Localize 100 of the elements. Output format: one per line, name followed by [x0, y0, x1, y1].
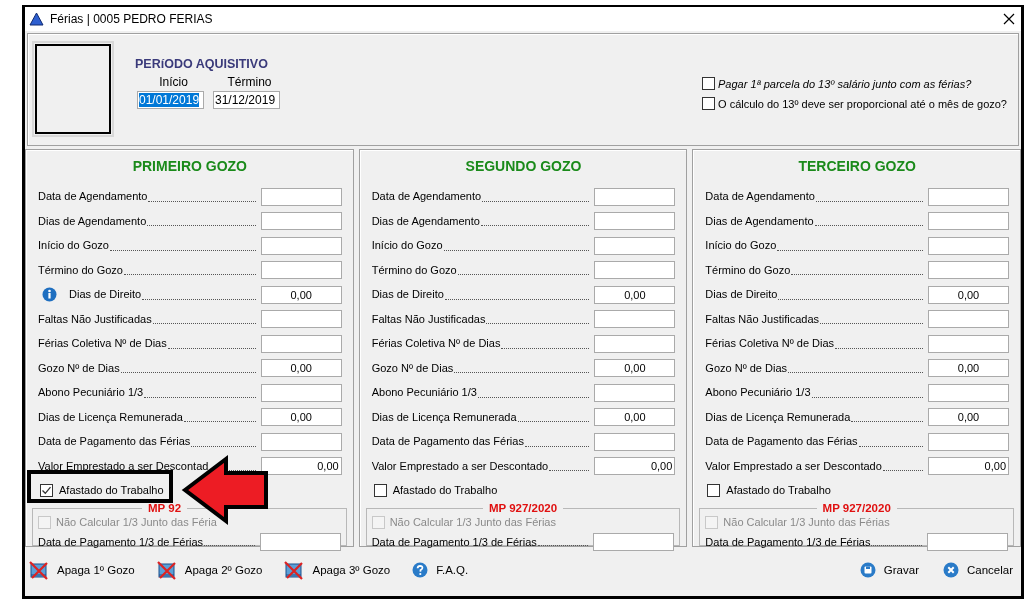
checkbox[interactable] — [40, 483, 53, 497]
input-field[interactable]: 0,00 — [594, 408, 676, 427]
field-label: Valor Emprestado a ser Descontado — [371, 459, 549, 472]
input-field[interactable]: 0,00 — [594, 457, 676, 476]
input-field[interactable] — [928, 212, 1009, 231]
input-field[interactable] — [593, 533, 675, 551]
field-label: Data de Agendamento — [705, 190, 815, 203]
section-title: PERíODO AQUISITIVO — [135, 57, 269, 71]
field-label: Data de Pagamento 1/3 de Férias — [371, 535, 537, 548]
input-field[interactable] — [594, 261, 676, 280]
date-label: Término — [226, 75, 272, 89]
field-label: Dias de Direito — [69, 288, 142, 301]
field-label: Data de Pagamento 1/3 de Férias — [38, 535, 204, 548]
group-title: MP 927/2020 — [821, 502, 892, 514]
field-label: Faltas Não Justificadas — [38, 312, 152, 325]
erase-button[interactable]: Apaga 2º Gozo — [152, 558, 267, 582]
field-label: Gozo Nº de Dias — [38, 361, 120, 374]
field-label: Início do Gozo — [371, 239, 443, 252]
field-label: Férias Coletiva Nº de Dias — [705, 337, 835, 350]
save-icon — [859, 562, 876, 578]
field-label: Férias Coletiva Nº de Dias — [38, 337, 167, 350]
group-title: MP 92 — [147, 502, 183, 514]
input-field[interactable] — [259, 533, 341, 551]
input-field[interactable] — [260, 236, 342, 255]
input-field[interactable] — [927, 533, 1008, 551]
checkbox[interactable] — [373, 483, 387, 497]
input-field[interactable] — [260, 432, 342, 451]
field-label: Dias de Licença Remunerada — [371, 410, 517, 423]
field-label: Dias de Agendamento — [371, 214, 480, 227]
input-field[interactable]: 0,00 — [928, 408, 1009, 427]
input-field[interactable] — [594, 334, 676, 353]
save-button[interactable]: Gravar — [855, 560, 923, 580]
field-label: Dias de Direito — [371, 288, 444, 301]
option-label[interactable]: Pagar 1ª parcela do 13º salário junto com as férias? — [718, 77, 972, 90]
field-label: Término do Gozo — [705, 263, 791, 276]
input-field[interactable]: 0,00 — [928, 285, 1009, 304]
input-field[interactable] — [260, 212, 342, 231]
field-label: Faltas Não Justificadas — [705, 312, 820, 325]
input-field[interactable] — [928, 383, 1009, 402]
window-title: Férias | 0005 PEDRO FERIAS — [50, 12, 213, 26]
cancel-icon — [942, 562, 959, 578]
input-field[interactable]: 0,00 — [260, 457, 342, 476]
input-field[interactable] — [928, 432, 1009, 451]
checkbox-label: Não Calcular 1/3 Junto das Féria — [56, 516, 217, 528]
input-field[interactable] — [260, 383, 342, 402]
panel-title: PRIMEIRO GOZO — [131, 157, 248, 176]
checkbox-label[interactable]: Afastado do Trabalho — [726, 484, 831, 496]
field-label: Dias de Licença Remunerada — [705, 410, 851, 423]
checkbox-label[interactable]: Afastado do Trabalho — [392, 484, 498, 496]
erase-button[interactable]: Apaga 3º Gozo — [280, 558, 395, 582]
help-button[interactable]: F.A.Q. — [408, 558, 473, 582]
input-field[interactable] — [594, 310, 676, 329]
input-field[interactable] — [260, 310, 342, 329]
checkbox-label: Não Calcular 1/3 Junto das Férias — [389, 516, 556, 528]
field-label: Data de Agendamento — [38, 190, 148, 203]
checkbox-label: Não Calcular 1/3 Junto das Férias — [723, 516, 890, 528]
input-field[interactable] — [928, 236, 1009, 255]
erase-icon — [284, 560, 305, 580]
date-field[interactable]: 01/01/2019 — [137, 91, 204, 109]
input-field[interactable] — [928, 334, 1009, 353]
input-field[interactable]: 0,00 — [594, 359, 676, 378]
checkbox[interactable] — [702, 77, 715, 90]
field-label: Gozo Nº de Dias — [371, 361, 454, 374]
checkbox-label[interactable]: Afastado do Trabalho — [59, 484, 164, 496]
field-label: Valor Emprestado a ser Descontado — [705, 459, 882, 472]
app-icon — [29, 12, 44, 26]
field-label: Valor Emprestado a ser Descontad — [38, 459, 209, 472]
info-icon[interactable] — [42, 286, 57, 302]
input-field[interactable] — [594, 383, 676, 402]
field-label: Data de Agendamento — [371, 190, 482, 203]
input-field[interactable]: 0,00 — [260, 359, 342, 378]
input-field[interactable] — [260, 187, 342, 206]
checkbox[interactable] — [707, 483, 721, 497]
erase-button[interactable]: Apaga 1º Gozo — [25, 558, 139, 582]
input-field[interactable]: 0,00 — [928, 359, 1009, 378]
field-label: Término do Gozo — [38, 263, 123, 276]
field-label: Faltas Não Justificadas — [371, 312, 486, 325]
cancel-button[interactable]: Cancelar — [938, 560, 1017, 580]
input-field[interactable]: 0,00 — [928, 457, 1009, 476]
field-label: Dias de Direito — [705, 288, 778, 301]
date-field[interactable]: 31/12/2019 — [213, 91, 280, 109]
input-field[interactable] — [594, 432, 676, 451]
input-field[interactable] — [928, 261, 1009, 280]
input-field[interactable] — [260, 261, 342, 280]
erase-icon — [29, 560, 49, 580]
input-field[interactable] — [594, 236, 676, 255]
input-field[interactable]: 0,00 — [594, 285, 676, 304]
field-label: Data de Pagamento 1/3 de Férias — [705, 535, 871, 548]
checkbox[interactable] — [702, 97, 715, 110]
input-field[interactable] — [594, 187, 676, 206]
field-label: Data de Pagamento das Férias — [371, 435, 524, 448]
input-field[interactable] — [928, 187, 1009, 206]
input-field[interactable] — [928, 310, 1009, 329]
input-field[interactable]: 0,00 — [260, 408, 342, 427]
option-label[interactable]: O cálculo do 13º deve ser proporcional até o mês de gozo? — [718, 97, 1007, 110]
input-field[interactable] — [260, 334, 342, 353]
input-field[interactable] — [594, 212, 676, 231]
close-icon[interactable] — [1003, 13, 1015, 25]
input-field[interactable]: 0,00 — [260, 285, 342, 304]
field-label: Abono Pecuniário 1/3 — [705, 386, 811, 399]
